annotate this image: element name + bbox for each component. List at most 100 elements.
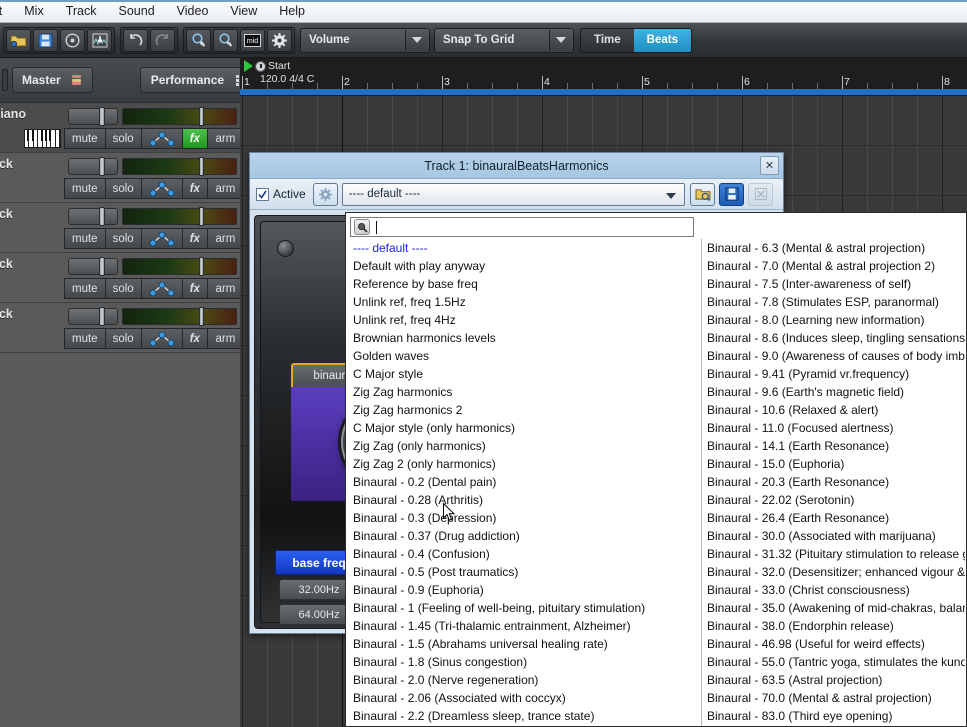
preset-list-item[interactable]: Brownian harmonics levels <box>348 329 700 347</box>
preset-list-item[interactable]: Binaural - 8.0 (Learning new information… <box>702 311 965 329</box>
fader-handle[interactable] <box>99 257 105 276</box>
preset-list-item[interactable]: Binaural - 1.5 (Abrahams universal heali… <box>348 635 700 653</box>
track-arm-button[interactable]: arm <box>206 178 244 199</box>
chevron-down-icon[interactable] <box>549 29 572 51</box>
track-mute-button[interactable]: mute <box>64 178 106 199</box>
track-arm-button[interactable]: arm <box>206 328 244 349</box>
preset-list-item[interactable]: Reference by base freq <box>348 275 700 293</box>
preset-list-item[interactable]: Binaural - 46.98 (Useful for weird effec… <box>702 635 965 653</box>
track-fx-button[interactable]: fx <box>181 128 208 149</box>
beats-button[interactable]: Beats <box>633 28 691 52</box>
preset-list-item[interactable]: Binaural - 14.1 (Earth Resonance) <box>702 437 965 455</box>
preset-list-item[interactable]: Binaural - 8.6 (Induces sleep, tingling … <box>702 329 965 347</box>
start-marker[interactable]: Start <box>244 60 290 72</box>
track-fx-button[interactable]: fx <box>181 178 208 199</box>
magnifier-icon[interactable] <box>354 219 370 235</box>
preset-list-item[interactable]: Default with play anyway <box>348 257 700 275</box>
preset-list-item[interactable]: Binaural - 15.0 (Euphoria) <box>702 455 965 473</box>
load-preset-icon[interactable] <box>690 182 715 206</box>
track-solo-button[interactable]: solo <box>104 328 142 349</box>
preset-list-item[interactable]: Binaural - 26.4 (Earth Resonance) <box>702 509 965 527</box>
preset-list-item[interactable]: C Major style <box>348 365 700 383</box>
preset-list-item[interactable]: Binaural - 20.3 (Earth Resonance) <box>702 473 965 491</box>
preset-list-item[interactable]: Binaural - 1.45 (Tri-thalamic entrainmen… <box>348 617 700 635</box>
preset-list-item[interactable]: Unlink ref, freq 4Hz <box>348 311 700 329</box>
mixer-stripes-icon[interactable] <box>2 69 8 91</box>
save-preset-icon[interactable] <box>719 182 744 206</box>
track-row[interactable]: ack mutesolo fxarm <box>0 303 269 353</box>
preset-list-item[interactable]: Binaural - 31.32 (Pituitary stimulation … <box>702 545 965 563</box>
undo-icon[interactable] <box>123 28 148 52</box>
meter-handle[interactable] <box>199 207 204 226</box>
grid-track-lane[interactable] <box>240 96 967 146</box>
preset-list-item[interactable]: Binaural - 70.0 (Mental & astral project… <box>702 689 965 707</box>
preset-list-item[interactable]: Binaural - 0.3 (Depression) <box>348 509 700 527</box>
preset-list-item[interactable]: Binaural - 7.5 (Inter-awareness of self) <box>702 275 965 293</box>
preset-list-item[interactable]: Binaural - 2.06 (Associated with coccyx) <box>348 689 700 707</box>
routing-icon[interactable] <box>140 178 183 199</box>
preset-list-item[interactable]: Binaural - 9.0 (Awareness of causes of b… <box>702 347 965 365</box>
close-icon[interactable]: ✕ <box>760 156 779 175</box>
routing-icon[interactable] <box>140 228 183 249</box>
dialog-titlebar[interactable]: Track 1: binauralBeatsHarmonics ✕ <box>250 153 783 179</box>
routing-icon[interactable] <box>140 128 183 149</box>
track-fx-button[interactable]: fx <box>181 278 208 299</box>
preset-list-item[interactable]: Binaural - 35.0 (Awakening of mid-chakra… <box>702 599 965 617</box>
preset-combo[interactable]: ---- default ---- <box>341 182 685 206</box>
preset-list-item[interactable]: Unlink ref, freq 1.5Hz <box>348 293 700 311</box>
preset-list-item[interactable]: Binaural - 7.0 (Mental & astral projecti… <box>702 257 965 275</box>
track-level-meter[interactable] <box>122 307 237 326</box>
track-volume-fader[interactable] <box>68 157 118 176</box>
track-mute-button[interactable]: mute <box>64 328 106 349</box>
meter-handle[interactable] <box>199 307 204 326</box>
preset-list-item[interactable]: C Major style (only harmonics) <box>348 419 700 437</box>
open-folder-icon[interactable] <box>6 28 31 52</box>
preset-list-item[interactable]: ---- default ---- <box>348 239 700 257</box>
preset-list-item[interactable]: Binaural - 83.0 (Third eye opening) <box>702 707 965 725</box>
menu-item-video[interactable]: Video <box>166 0 220 22</box>
menu-item-sound[interactable]: Sound <box>108 0 166 22</box>
track-row[interactable]: ack mutesolo fxarm <box>0 253 269 303</box>
redo-icon[interactable] <box>150 28 175 52</box>
track-row[interactable]: Piano mutesolo fxarm <box>0 103 269 153</box>
track-arm-button[interactable]: arm <box>206 278 244 299</box>
preset-list-item[interactable]: Zig Zag (only harmonics) <box>348 437 700 455</box>
preset-list-item[interactable]: Binaural - 1 (Feeling of well-being, pit… <box>348 599 700 617</box>
preset-list-item[interactable]: Binaural - 1.8 (Sinus congestion) <box>348 653 700 671</box>
plugin-power-knob[interactable] <box>277 240 294 257</box>
routing-icon[interactable] <box>140 328 183 349</box>
preset-list-item[interactable]: Binaural - 2.0 (Nerve regeneration) <box>348 671 700 689</box>
preset-list-item[interactable]: Binaural - 7.8 (Stimulates ESP, paranorm… <box>702 293 965 311</box>
preset-list-item[interactable]: Binaural - 32.0 (Desensitizer; enhanced … <box>702 563 965 581</box>
preset-list-item[interactable]: Binaural - 11.0 (Focused alertness) <box>702 419 965 437</box>
preset-list-item[interactable]: Binaural - 0.9 (Euphoria) <box>348 581 700 599</box>
preset-list-item[interactable]: Zig Zag harmonics <box>348 383 700 401</box>
settings-gear-icon[interactable] <box>267 28 292 52</box>
zoom-in-icon[interactable] <box>186 28 211 52</box>
menu-item-track[interactable]: Track <box>55 0 108 22</box>
track-row[interactable]: ack mutesolo fxarm <box>0 203 269 253</box>
routing-icon[interactable] <box>140 278 183 299</box>
preset-search-box[interactable] <box>350 217 694 237</box>
preset-list-item[interactable]: Binaural - 9.41 (Pyramid vr.frequency) <box>702 365 965 383</box>
fader-handle[interactable] <box>99 107 105 126</box>
preset-list-item[interactable]: Binaural - 33.0 (Christ consciousness) <box>702 581 965 599</box>
save-disk-icon[interactable] <box>33 28 58 52</box>
chevron-down-icon[interactable] <box>405 29 428 51</box>
menu-item-help[interactable]: Help <box>268 0 316 22</box>
track-solo-button[interactable]: solo <box>104 228 142 249</box>
preset-list-item[interactable]: Binaural - 0.37 (Drug addiction) <box>348 527 700 545</box>
time-button[interactable]: Time <box>581 28 634 52</box>
preset-list-item[interactable]: Binaural - 10.6 (Relaxed & alert) <box>702 401 965 419</box>
track-volume-fader[interactable] <box>68 107 118 126</box>
preset-list-item[interactable]: Golden waves <box>348 347 700 365</box>
fader-handle[interactable] <box>99 307 105 326</box>
menu-item-mix[interactable]: Mix <box>13 0 54 22</box>
meter-handle[interactable] <box>199 257 204 276</box>
track-arm-button[interactable]: arm <box>206 128 244 149</box>
timeline-ruler[interactable]: Start 120.0 4/4 C 12345678 <box>240 58 967 89</box>
track-volume-fader[interactable] <box>68 307 118 326</box>
loop-region-bar[interactable] <box>240 89 967 96</box>
track-volume-fader[interactable] <box>68 207 118 226</box>
track-level-meter[interactable] <box>122 157 237 176</box>
